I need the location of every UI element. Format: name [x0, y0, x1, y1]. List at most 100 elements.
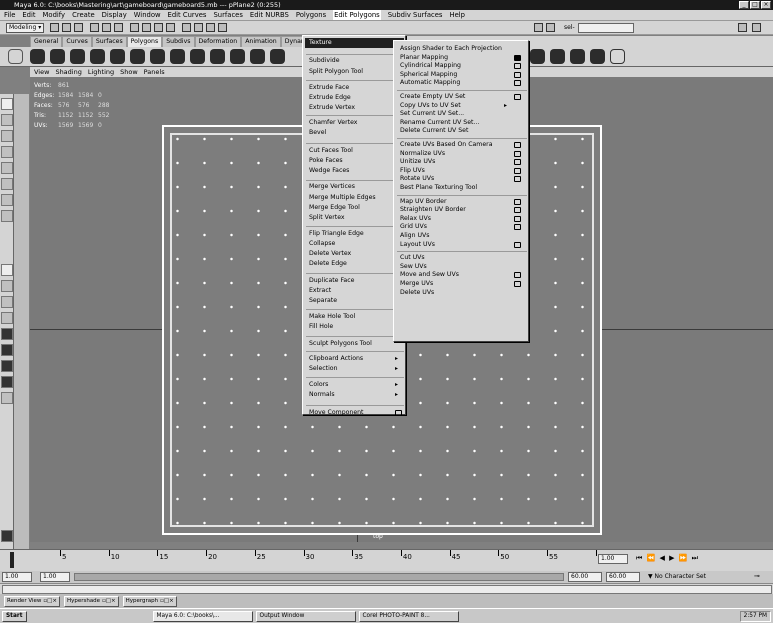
texture-menu-item[interactable]: Merge UVs	[400, 280, 433, 288]
manipulator-tool-icon[interactable]	[1, 178, 13, 190]
vp-menu-shading[interactable]: Shading	[55, 67, 81, 77]
show-channel-box-icon[interactable]	[752, 23, 761, 32]
option-box-icon[interactable]	[514, 142, 521, 148]
ep-menu-item[interactable]: Flip Triangle Edge	[309, 230, 364, 238]
persp-outliner-layout-icon[interactable]	[1, 296, 13, 308]
ep-menu-item[interactable]: Delete Vertex	[309, 250, 351, 258]
ep-menu-item[interactable]: Make Hole Tool	[309, 313, 355, 321]
extrude-icon[interactable]	[190, 49, 205, 64]
ep-menu-item[interactable]: Subdivide	[309, 57, 340, 65]
bevel-icon[interactable]	[230, 49, 245, 64]
shelf-tab-curves[interactable]: Curves	[62, 36, 92, 47]
render-layout-icon[interactable]	[1, 376, 13, 388]
taskbar-maya[interactable]: Maya 6.0: C:\books\...	[152, 610, 253, 622]
menu-display[interactable]: Display	[102, 10, 127, 20]
option-box-icon[interactable]	[514, 224, 521, 231]
minimized-render-view[interactable]: Render View ▫□×	[4, 595, 60, 607]
end-time-field[interactable]: 60.00	[606, 572, 640, 582]
texture-menu-item[interactable]: Grid UVs	[400, 223, 427, 231]
option-box-icon[interactable]	[514, 207, 521, 214]
texture-menu-item[interactable]: Cut UVs	[400, 254, 425, 262]
hypershade-layout-icon[interactable]	[1, 328, 13, 340]
select-by-hierarchy-icon[interactable]	[90, 23, 99, 32]
menu-edit-nurbs[interactable]: Edit NURBS	[250, 10, 289, 20]
ep-menu-item[interactable]: Extrude Vertex	[309, 104, 355, 112]
shelf-tab-general[interactable]: General	[30, 36, 63, 47]
select-by-component-icon[interactable]	[114, 23, 123, 32]
shelf-tab-subdivs[interactable]: Subdivs	[162, 36, 195, 47]
start-button[interactable]: Start	[2, 610, 27, 622]
input-mode-icon[interactable]	[546, 23, 555, 32]
texture-menu-item[interactable]: Set Current UV Set...	[400, 110, 464, 118]
soft-mod-tool-icon[interactable]	[1, 194, 13, 206]
texture-menu-item[interactable]: Delete UVs	[400, 289, 434, 297]
option-box-icon[interactable]	[514, 272, 521, 279]
rotate-tool-icon[interactable]	[1, 146, 13, 158]
shelf-tab-animation[interactable]: Animation	[241, 36, 281, 47]
texture-menu-item[interactable]: Create Empty UV Set	[400, 93, 465, 101]
scale-tool-icon[interactable]	[1, 162, 13, 174]
shelf-tab-deformation[interactable]: Deformation	[194, 36, 242, 47]
option-box-icon[interactable]	[514, 150, 521, 157]
range-slider-bar[interactable]	[74, 573, 564, 581]
save-scene-icon[interactable]	[74, 23, 83, 32]
quick-launch[interactable]	[30, 611, 150, 622]
split-icon[interactable]	[270, 49, 285, 64]
minimize-button[interactable]: _	[739, 1, 749, 9]
quick-select-field[interactable]	[578, 23, 634, 33]
ep-menu-item[interactable]: Extract	[309, 287, 331, 295]
boolean-icon[interactable]	[550, 49, 565, 64]
snap-grid-icon[interactable]	[130, 23, 139, 32]
ep-menu-item[interactable]: Merge Multiple Edges	[309, 194, 376, 202]
texture-menu-item[interactable]: Normalize UVs	[400, 150, 445, 158]
construction-history-icon[interactable]	[534, 23, 543, 32]
render-icon[interactable]	[194, 23, 203, 32]
texture-menu-item[interactable]: Best Plane Texturing Tool	[400, 184, 477, 192]
reduce-icon[interactable]	[570, 49, 585, 64]
texture-menu-item[interactable]: Rotate UVs	[400, 175, 434, 183]
menu-surfaces[interactable]: Surfaces	[213, 10, 242, 20]
open-scene-icon[interactable]	[62, 23, 71, 32]
texture-menu-item[interactable]: Straighten UV Border	[400, 206, 466, 214]
ep-menu-item[interactable]: Texture	[309, 39, 332, 47]
ep-menu-item[interactable]: Merge Vertices	[309, 183, 355, 191]
ep-menu-item[interactable]: Clipboard Actions	[309, 355, 363, 363]
ep-menu-item[interactable]: Cut Faces Tool	[309, 147, 353, 155]
current-time-marker[interactable]	[10, 552, 14, 568]
ep-menu-item[interactable]: Normals	[309, 391, 335, 399]
vp-menu-show[interactable]: Show	[120, 67, 138, 77]
move-tool-icon[interactable]	[1, 130, 13, 142]
playback-end-field[interactable]: 60.00	[568, 572, 602, 582]
texture-menu-item[interactable]: Relax UVs	[400, 215, 431, 223]
ep-menu-item[interactable]: Collapse	[309, 240, 335, 248]
paint-select-icon[interactable]	[590, 49, 605, 64]
option-box-icon[interactable]	[514, 215, 521, 222]
poly-sphere-icon[interactable]	[30, 49, 45, 64]
append-icon[interactable]	[250, 49, 265, 64]
texture-menu-item[interactable]: Copy UVs to UV Set	[400, 102, 461, 110]
snap-point-icon[interactable]	[154, 23, 163, 32]
taskbar-output-window[interactable]: Output Window	[255, 610, 356, 622]
ipr-render-icon[interactable]	[206, 23, 215, 32]
history-icon[interactable]	[182, 23, 191, 32]
option-box-icon[interactable]	[514, 281, 521, 287]
texture-menu-item[interactable]: Spherical Mapping	[400, 71, 457, 79]
texture-menu-item[interactable]: Delete Current UV Set	[400, 127, 468, 135]
option-box-icon[interactable]	[514, 63, 521, 70]
ep-menu-item[interactable]: Selection	[309, 365, 338, 373]
menu-subdiv-surfaces[interactable]: Subdiv Surfaces	[388, 10, 443, 20]
poly-cone-icon[interactable]	[90, 49, 105, 64]
auto-key-icon[interactable]: ⊸	[754, 572, 760, 580]
texture-menu-item[interactable]: Align UVs	[400, 232, 429, 240]
sculpt-icon[interactable]	[530, 49, 545, 64]
ep-menu-item[interactable]: Split Polygon Tool	[309, 68, 363, 76]
texture-menu-item[interactable]: Map UV Border	[400, 198, 447, 206]
persp-graph-layout-icon[interactable]	[1, 312, 13, 324]
uv-editor-layout-icon[interactable]	[1, 360, 13, 372]
select-tool-icon[interactable]	[1, 98, 13, 110]
texture-menu-item[interactable]: Sew UVs	[400, 263, 427, 271]
texture-menu-item[interactable]: Layout UVs	[400, 241, 435, 249]
ep-menu-item[interactable]: Fill Hole	[309, 323, 333, 331]
vp-menu-panels[interactable]: Panels	[144, 67, 165, 77]
option-box-icon[interactable]	[514, 167, 521, 174]
